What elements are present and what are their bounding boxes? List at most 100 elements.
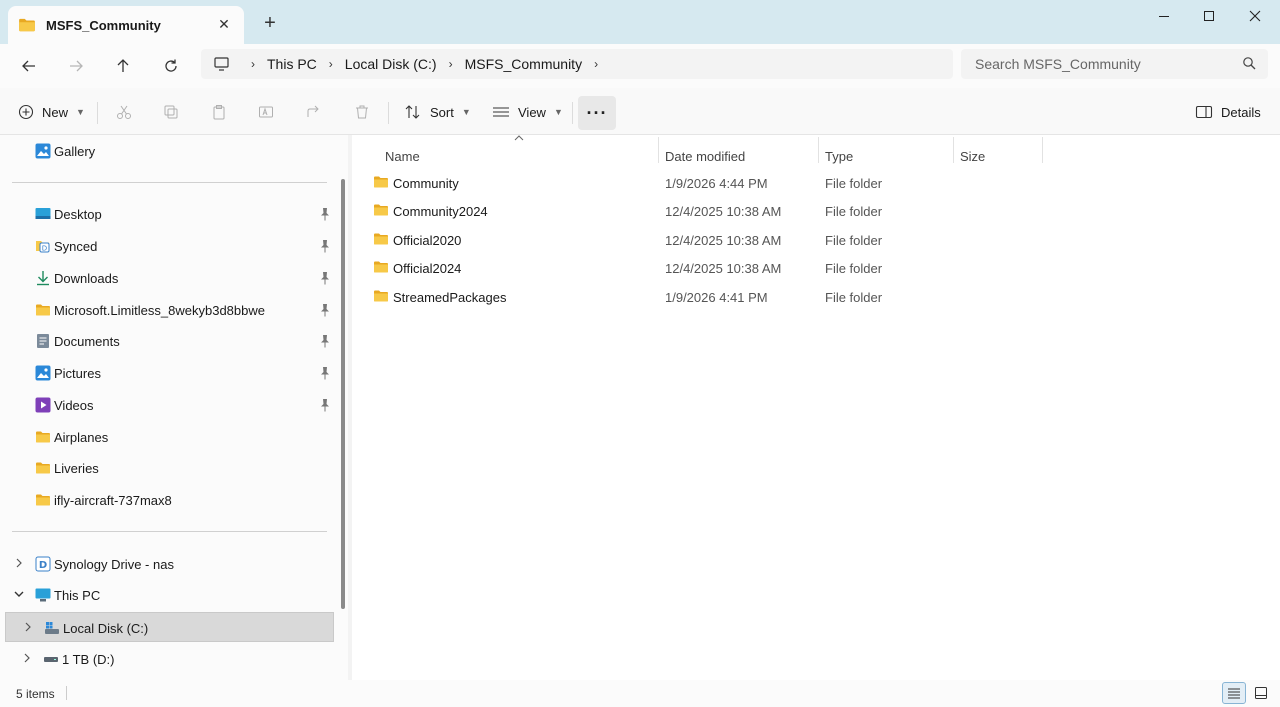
cut-button[interactable] — [108, 96, 140, 128]
nav-item-this-pc[interactable]: This PC — [0, 580, 340, 610]
nav-item-microsoft-limitless[interactable]: Microsoft.Limitless_8wekyb3d8bbwe — [0, 295, 340, 325]
nav-item-ifly-aircraft[interactable]: ifly-aircraft-737max8 — [0, 485, 340, 515]
details-view-button[interactable] — [1222, 682, 1246, 704]
address-bar[interactable]: › This PC › Local Disk (C:) › MSFS_Commu… — [201, 49, 953, 79]
more-options-button[interactable]: ··· — [578, 96, 616, 130]
scissors-icon — [117, 105, 131, 119]
pin-icon[interactable] — [319, 239, 331, 253]
breadcrumb-local-disk[interactable]: Local Disk (C:) — [345, 56, 437, 72]
nav-item-airplanes[interactable]: Airplanes — [0, 422, 340, 452]
nav-item-videos[interactable]: Videos — [0, 390, 340, 420]
chevron-right-icon[interactable] — [21, 652, 33, 664]
nav-item-liveries[interactable]: Liveries — [0, 453, 340, 483]
table-row[interactable]: Community 1/9/2026 4:44 PM File folder — [352, 168, 1280, 196]
nav-item-synced[interactable]: D Synced — [0, 231, 340, 261]
close-tab-icon[interactable]: ✕ — [214, 14, 234, 34]
column-header-date[interactable]: Date modified — [665, 149, 745, 164]
nav-scrollbar[interactable] — [341, 179, 345, 609]
file-name: Community2024 — [393, 204, 488, 219]
sort-icon — [405, 105, 420, 119]
view-button[interactable]: View ▼ — [492, 96, 563, 128]
new-tab-button[interactable]: + — [259, 12, 281, 34]
breadcrumb-separator-icon[interactable]: › — [594, 57, 598, 71]
share-button[interactable] — [298, 96, 330, 128]
folder-icon — [35, 460, 51, 476]
breadcrumb-this-pc[interactable]: This PC — [267, 56, 317, 72]
pin-icon[interactable] — [319, 207, 331, 221]
breadcrumb-separator-icon[interactable]: › — [449, 57, 453, 71]
pin-icon[interactable] — [319, 303, 331, 317]
nav-label: Gallery — [54, 144, 96, 159]
back-button[interactable] — [13, 50, 45, 82]
rename-button[interactable] — [250, 96, 282, 128]
file-type: File folder — [825, 176, 883, 191]
chevron-right-icon[interactable] — [22, 621, 34, 633]
arrow-right-icon — [70, 60, 83, 72]
details-button[interactable]: Details — [1195, 96, 1261, 128]
sort-button[interactable]: Sort ▼ — [404, 96, 471, 128]
tiles-view-button[interactable] — [1249, 682, 1273, 704]
nav-item-pictures[interactable]: Pictures — [0, 358, 340, 388]
clipboard-icon — [213, 105, 225, 120]
table-row[interactable]: Official2024 12/4/2025 10:38 AM File fol… — [352, 253, 1280, 281]
nav-item-1tb-drive[interactable]: 1 TB (D:) — [0, 644, 340, 674]
pin-icon[interactable] — [319, 334, 331, 348]
nav-divider — [12, 531, 327, 532]
pin-icon[interactable] — [319, 271, 331, 285]
nav-item-synology-drive[interactable]: D Synology Drive - nas — [0, 549, 340, 579]
close-window-button[interactable] — [1232, 0, 1278, 32]
chevron-down-icon[interactable] — [13, 588, 25, 600]
synced-icon: D — [36, 241, 50, 253]
drive-icon — [44, 657, 58, 662]
up-button[interactable] — [107, 50, 139, 82]
column-header-name[interactable]: Name — [385, 149, 420, 164]
rename-icon — [259, 106, 273, 118]
videos-icon — [35, 397, 51, 413]
column-divider[interactable] — [658, 137, 659, 163]
column-header-type[interactable]: Type — [825, 149, 853, 164]
minimize-button[interactable] — [1141, 0, 1187, 32]
column-divider[interactable] — [953, 137, 954, 163]
nav-item-desktop[interactable]: Desktop — [0, 199, 340, 229]
plus-circle-icon — [18, 104, 34, 120]
nav-label: Airplanes — [54, 430, 109, 445]
forward-button[interactable] — [60, 50, 92, 82]
copy-button[interactable] — [155, 96, 187, 128]
table-row[interactable]: Official2020 12/4/2025 10:38 AM File fol… — [352, 225, 1280, 253]
sort-label: Sort — [430, 104, 454, 120]
nav-item-local-disk[interactable]: Local Disk (C:) — [5, 612, 334, 642]
column-header-size[interactable]: Size — [960, 149, 985, 164]
table-row[interactable]: StreamedPackages 1/9/2026 4:41 PM File f… — [352, 282, 1280, 310]
new-button[interactable]: New ▼ — [18, 96, 85, 128]
maximize-button[interactable] — [1186, 0, 1232, 32]
chevron-right-icon[interactable] — [13, 557, 25, 569]
nav-label: Liveries — [54, 461, 99, 476]
column-divider[interactable] — [818, 137, 819, 163]
breadcrumb-separator-icon[interactable]: › — [329, 57, 333, 71]
paste-button[interactable] — [203, 96, 235, 128]
folder-icon — [373, 259, 389, 275]
arrow-left-icon — [22, 60, 35, 72]
nav-item-downloads[interactable]: Downloads — [0, 263, 340, 293]
pin-icon[interactable] — [319, 398, 331, 412]
breadcrumb-separator-icon[interactable]: › — [251, 57, 255, 71]
address-row: › This PC › Local Disk (C:) › MSFS_Commu… — [0, 44, 1280, 88]
tab-msfs-community[interactable]: MSFS_Community ✕ — [8, 6, 244, 44]
file-name: Community — [393, 176, 459, 191]
table-row[interactable]: Community2024 12/4/2025 10:38 AM File fo… — [352, 196, 1280, 224]
file-name: StreamedPackages — [393, 290, 507, 305]
file-type: File folder — [825, 204, 883, 219]
nav-label: Local Disk (C:) — [63, 621, 149, 636]
file-date: 1/9/2026 4:41 PM — [665, 290, 768, 305]
nav-item-documents[interactable]: Documents — [0, 326, 340, 356]
nav-item-gallery[interactable]: Gallery — [0, 136, 340, 166]
view-icon — [493, 107, 509, 117]
pin-icon[interactable] — [319, 366, 331, 380]
search-icon — [1243, 57, 1256, 70]
refresh-button[interactable] — [155, 50, 187, 82]
search-placeholder: Search MSFS_Community — [975, 56, 1141, 72]
breadcrumb-msfs-community[interactable]: MSFS_Community — [465, 56, 582, 72]
delete-button[interactable] — [346, 96, 378, 128]
search-input[interactable]: Search MSFS_Community — [961, 49, 1268, 79]
column-divider[interactable] — [1042, 137, 1043, 163]
